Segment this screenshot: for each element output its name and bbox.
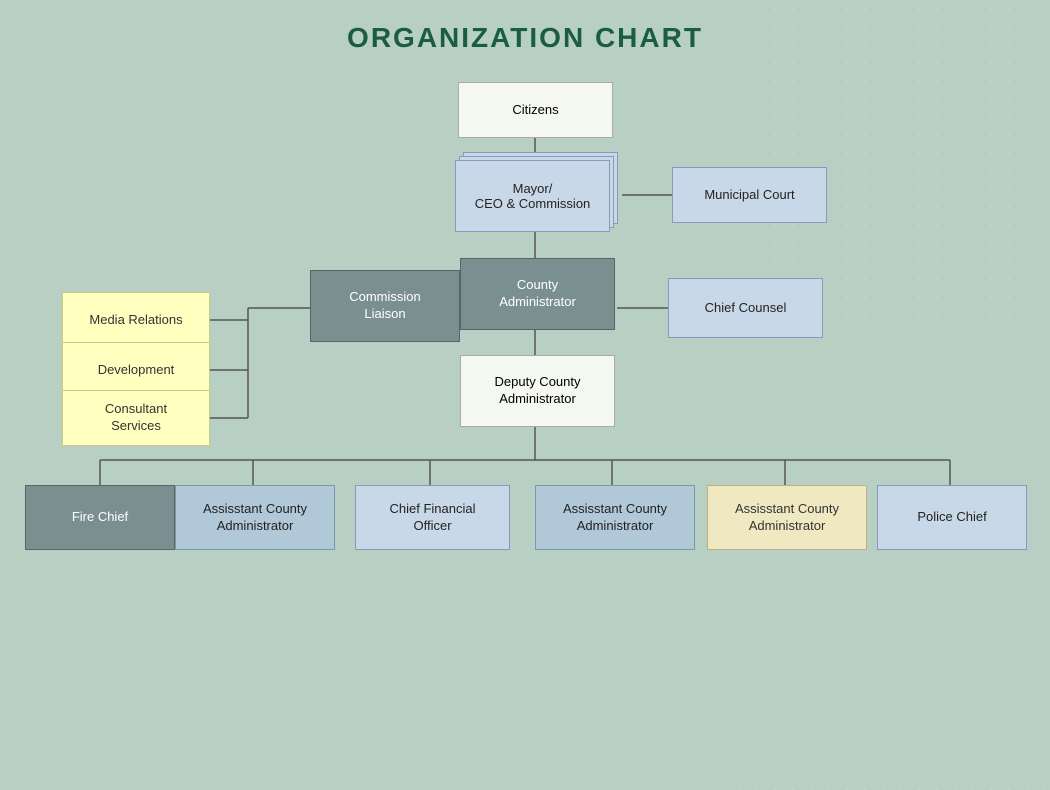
asst-admin-2-box: Assisstant County Administrator <box>535 485 695 550</box>
consultant-services-box: Consultant Services <box>62 390 210 446</box>
asst-admin-1-box: Assisstant County Administrator <box>175 485 335 550</box>
page-title: ORGANIZATION CHART <box>0 0 1050 54</box>
commission-liaison-box: Commission Liaison <box>310 270 460 342</box>
cfo-box: Chief Financial Officer <box>355 485 510 550</box>
asst-admin-3-box: Assisstant County Administrator <box>707 485 867 550</box>
county-admin-box: County Administrator <box>460 258 615 330</box>
fire-chief-box: Fire Chief <box>25 485 175 550</box>
media-relations-box: Media Relations <box>62 292 210 348</box>
deputy-county-admin-box: Deputy County Administrator <box>460 355 615 427</box>
mayor-box: Mayor/ CEO & Commission <box>455 160 610 232</box>
police-chief-box: Police Chief <box>877 485 1027 550</box>
citizens-box: Citizens <box>458 82 613 138</box>
chief-counsel-box: Chief Counsel <box>668 278 823 338</box>
municipal-court-box: Municipal Court <box>672 167 827 223</box>
